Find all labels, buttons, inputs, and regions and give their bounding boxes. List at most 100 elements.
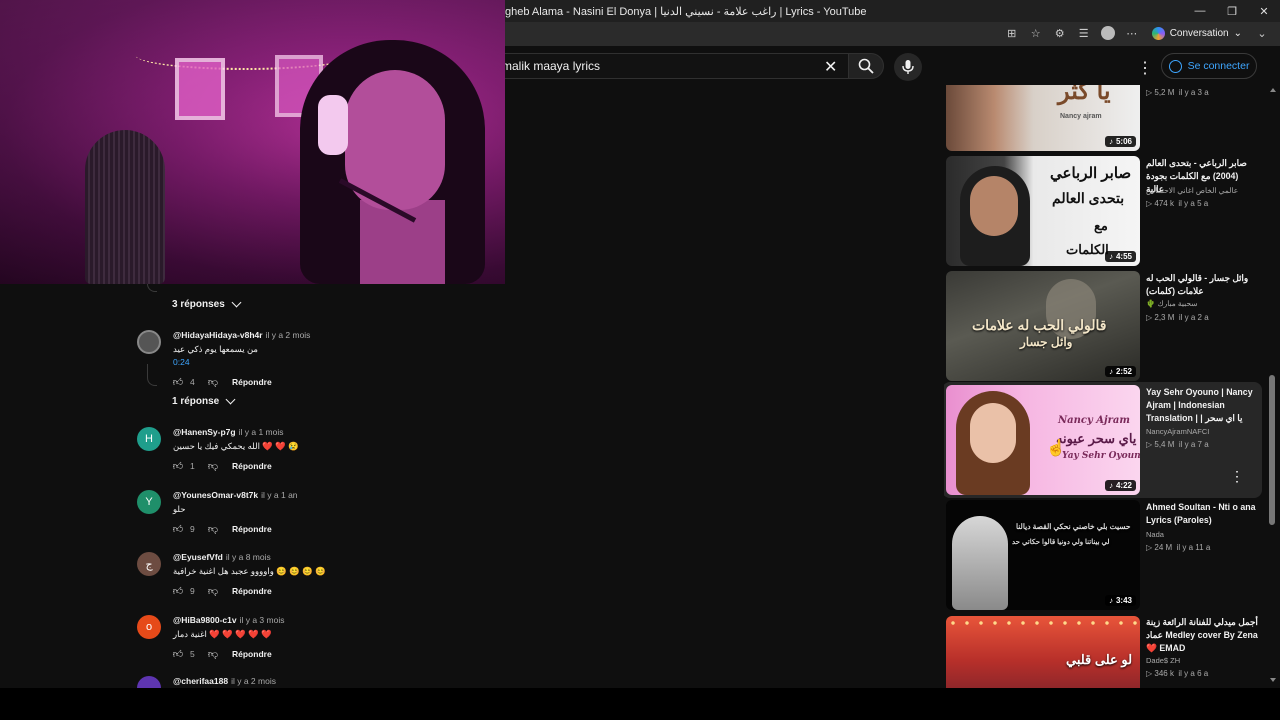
copilot-conversation-button[interactable]: Conversation ⌄ bbox=[1148, 26, 1246, 40]
comment-author[interactable]: @cherifaa188 bbox=[173, 676, 228, 686]
like-icon[interactable]: 👍︎ bbox=[173, 586, 183, 597]
letterbox-bar bbox=[0, 688, 1280, 720]
thumbnail-subtitle-text: بتحدى العالم bbox=[1052, 190, 1125, 206]
duration-badge: ♪ 4:22 bbox=[1104, 480, 1136, 491]
dislike-icon[interactable]: 👎︎ bbox=[208, 377, 218, 388]
dislike-icon[interactable]: 👎︎ bbox=[208, 586, 218, 597]
avatar-letter: Y bbox=[145, 496, 153, 508]
video-thumbnail[interactable]: حسيت بلي خاصني نحكي القصة ديالنا لي بينا… bbox=[946, 500, 1140, 610]
channel-name[interactable]: عالمي الخاص اغاني الاحساس bbox=[1146, 186, 1238, 195]
duration-text: 5:06 bbox=[1115, 137, 1132, 146]
more-icon[interactable]: ⋮ bbox=[1137, 58, 1153, 78]
dislike-icon[interactable]: 👎︎ bbox=[208, 649, 218, 660]
close-icon[interactable]: ✕ bbox=[824, 57, 837, 77]
apps-icon[interactable]: ⊞ bbox=[1004, 25, 1020, 41]
reply-button[interactable]: Répondre bbox=[232, 649, 272, 659]
related-video[interactable]: قالولي الحب له علامات وائل جسار ♪ 2:52 وا… bbox=[944, 271, 1264, 381]
avatar[interactable]: ج bbox=[137, 552, 161, 576]
chevron-down-icon[interactable]: ⌄ bbox=[1254, 25, 1270, 41]
chevron-down-icon bbox=[225, 394, 236, 405]
channel-name[interactable]: 🌵 سحبية مبارك bbox=[1146, 299, 1198, 308]
duration-text: 4:55 bbox=[1115, 252, 1132, 261]
like-icon[interactable]: 👍︎ bbox=[173, 524, 183, 535]
comment-time[interactable]: il y a 8 mois bbox=[226, 552, 271, 562]
replies-toggle[interactable]: 1 réponse bbox=[172, 394, 236, 407]
view-count: 24 M bbox=[1154, 543, 1173, 552]
scrollbar-thumb[interactable] bbox=[1269, 375, 1275, 525]
channel-name[interactable]: Nada bbox=[1146, 530, 1164, 539]
comment-time[interactable]: il y a 1 an bbox=[261, 490, 297, 500]
comment-timestamp-link[interactable]: 0:24 bbox=[173, 357, 190, 367]
comment-author[interactable]: @EyusefVfd bbox=[173, 552, 223, 562]
thumbnail-lights bbox=[946, 618, 1140, 628]
favorite-star-icon[interactable]: ☆ bbox=[1028, 25, 1044, 41]
video-thumbnail[interactable]: Nancy Ajram ياي سحر عيونه Yay Sehr Oyoun… bbox=[946, 385, 1140, 495]
comments-section: 3 réponses @HidayaHidaya-v8h4r il y a 2 m… bbox=[127, 284, 505, 688]
video-title[interactable]: وائل جسار - قالولي الحب له علامات (كلمات… bbox=[1146, 272, 1258, 298]
signin-label: Se connecter bbox=[1187, 60, 1250, 72]
view-count: 5,2 M bbox=[1154, 88, 1175, 97]
thumbnail-face bbox=[970, 403, 1016, 463]
extensions-icon[interactable]: ⚙ bbox=[1052, 25, 1068, 41]
reply-button[interactable]: Répondre bbox=[232, 586, 272, 596]
like-icon[interactable]: 👍︎ bbox=[173, 649, 183, 660]
search-button[interactable] bbox=[848, 53, 884, 79]
video-thumbnail[interactable]: لو على قلبي bbox=[946, 616, 1140, 688]
voice-search-button[interactable] bbox=[894, 53, 922, 81]
collections-icon[interactable]: ☰ bbox=[1076, 25, 1092, 41]
avatar-letter: H bbox=[145, 433, 153, 445]
avatar[interactable]: H bbox=[137, 427, 161, 451]
comment-time[interactable]: il y a 1 mois bbox=[239, 427, 284, 437]
avatar[interactable]: Y bbox=[137, 490, 161, 514]
like-icon[interactable]: 👍︎ bbox=[173, 377, 183, 388]
mouse-cursor-icon: ☝ bbox=[1046, 440, 1066, 457]
comment-author[interactable]: @HiBa9800-c1v bbox=[173, 615, 237, 625]
related-video[interactable]: حسيت بلي خاصني نحكي القصة ديالنا لي بينا… bbox=[944, 500, 1264, 610]
avatar[interactable]: o bbox=[137, 615, 161, 639]
dislike-icon[interactable]: 👎︎ bbox=[208, 461, 218, 472]
video-thumbnail[interactable]: قالولي الحب له علامات وائل جسار ♪ 2:52 bbox=[946, 271, 1140, 381]
dislike-icon[interactable]: 👎︎ bbox=[208, 524, 218, 535]
comment-time[interactable]: il y a 3 mois bbox=[240, 615, 285, 625]
music-note-icon: ♪ bbox=[1108, 481, 1113, 490]
signin-button[interactable]: Se connecter bbox=[1161, 53, 1257, 79]
related-video[interactable]: لو على قلبي أجمل ميدلي للفنانة الرائعة ز… bbox=[944, 616, 1264, 688]
reply-button[interactable]: Répondre bbox=[232, 461, 272, 471]
video-title[interactable]: Ahmed Soultan - Nti o ana Lyrics (Parole… bbox=[1146, 501, 1258, 527]
comment-author[interactable]: @HidayaHidaya-v8h4r bbox=[173, 330, 263, 340]
comment-time[interactable]: il y a 2 mois bbox=[231, 676, 276, 686]
reply-button[interactable]: Répondre bbox=[232, 377, 272, 387]
profile-icon[interactable] bbox=[1100, 25, 1116, 41]
close-window-icon[interactable]: ✕ bbox=[1248, 0, 1280, 22]
avatar[interactable] bbox=[137, 676, 161, 688]
maximize-icon[interactable]: ❐ bbox=[1216, 0, 1248, 22]
video-title[interactable]: Yay Sehr Oyouno | Nancy Ajram | Indonesi… bbox=[1146, 386, 1258, 426]
comment-time[interactable]: il y a 2 mois bbox=[266, 330, 311, 340]
avatar[interactable] bbox=[137, 330, 161, 354]
video-age: il y a 6 a bbox=[1178, 669, 1209, 678]
reply-button[interactable]: Répondre bbox=[232, 524, 272, 534]
webcam-wall-frame bbox=[175, 58, 225, 120]
related-video[interactable]: يا كثر Nancy ajram ♪ 5:06 ▷ 5,2 M il y a … bbox=[944, 85, 1264, 151]
more-tools-icon[interactable]: ⋯ bbox=[1124, 25, 1140, 41]
comment-author[interactable]: @HanenSy-p7g bbox=[173, 427, 236, 437]
like-icon[interactable]: 👍︎ bbox=[173, 461, 183, 472]
scroll-down-icon[interactable] bbox=[1270, 678, 1276, 682]
channel-name[interactable]: NancyAjramNAFCI bbox=[1146, 427, 1209, 436]
comment-timestamp-line: 0:24 bbox=[173, 357, 190, 367]
related-video[interactable]: صابر الرباعي بتحدى العالم مع الكلمات ♪ 4:… bbox=[944, 156, 1264, 266]
channel-name[interactable]: Dade$ ZH bbox=[1146, 656, 1180, 665]
video-stats: ▷ 5,2 M il y a 3 a bbox=[1146, 88, 1209, 97]
related-video[interactable]: Nancy Ajram ياي سحر عيونه Yay Sehr Oyoun… bbox=[944, 382, 1262, 498]
minimize-icon[interactable]: — bbox=[1184, 0, 1216, 22]
video-thumbnail[interactable]: يا كثر Nancy ajram ♪ 5:06 bbox=[946, 85, 1140, 151]
page-scrollbar[interactable] bbox=[1268, 85, 1276, 688]
comment-author[interactable]: @YounesOmar-v8t7k bbox=[173, 490, 258, 500]
more-icon[interactable]: ⋮ bbox=[1230, 468, 1244, 485]
video-title[interactable]: أجمل ميدلي للفنانة الرائعة زينة عماد Med… bbox=[1146, 616, 1258, 655]
browser-toolbar: ⊞ ☆ ⚙ ☰ ⋯ Conversation ⌄ ⌄ bbox=[1004, 25, 1270, 41]
video-thumbnail[interactable]: صابر الرباعي بتحدى العالم مع الكلمات ♪ 4:… bbox=[946, 156, 1140, 266]
window-title: gheb Alama - Nasini El Donya | راغب علام… bbox=[505, 6, 867, 18]
replies-toggle[interactable]: 3 réponses bbox=[172, 297, 242, 310]
scroll-up-icon[interactable] bbox=[1270, 88, 1276, 92]
